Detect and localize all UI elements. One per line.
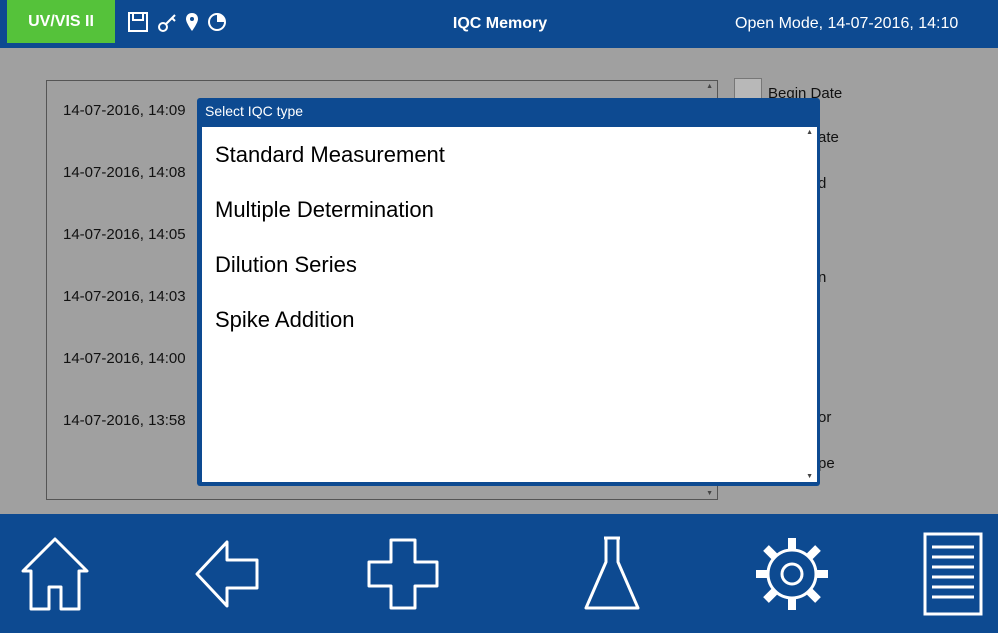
- list-item[interactable]: 14-07-2016, 14:09: [63, 101, 186, 121]
- floppy-disk-icon: [127, 11, 149, 33]
- key-icon: [156, 11, 178, 33]
- filter-label-partial: ate: [818, 129, 839, 146]
- settings-button[interactable]: [737, 514, 847, 633]
- home-icon: [19, 535, 91, 613]
- list-item[interactable]: 14-07-2016, 14:00: [63, 349, 186, 369]
- measure-button[interactable]: [557, 514, 667, 633]
- option-multiple-determination[interactable]: Multiple Determination: [215, 194, 434, 226]
- option-spike-addition[interactable]: Spike Addition: [215, 304, 354, 336]
- home-button[interactable]: [0, 514, 110, 633]
- product-badge: UV/VIS II: [7, 0, 115, 43]
- menu-button[interactable]: [898, 514, 998, 633]
- list-item[interactable]: 14-07-2016, 14:03: [63, 287, 186, 307]
- menu-list-icon: [922, 531, 984, 617]
- flask-icon: [582, 534, 642, 614]
- select-iqc-type-dialog: Select IQC type Standard Measurement Mul…: [197, 98, 820, 486]
- settings-gear-icon: [752, 534, 832, 614]
- pie-chart-icon: [206, 11, 228, 33]
- option-standard-measurement[interactable]: Standard Measurement: [215, 139, 445, 171]
- scroll-down-icon[interactable]: ▼: [806, 473, 813, 480]
- scroll-down-icon[interactable]: ▼: [706, 490, 713, 497]
- dialog-option-list: Standard Measurement Multiple Determinat…: [202, 127, 817, 482]
- dialog-title: Select IQC type: [205, 103, 304, 119]
- location-pin-icon: [185, 11, 199, 33]
- back-button[interactable]: [172, 514, 282, 633]
- filter-label-partial: pe: [818, 455, 835, 472]
- page-title: IQC Memory: [452, 15, 548, 32]
- status-icons: [127, 8, 228, 36]
- option-dilution-series[interactable]: Dilution Series: [215, 249, 357, 281]
- list-item[interactable]: 14-07-2016, 14:08: [63, 163, 186, 183]
- filter-label-partial: or: [818, 409, 832, 426]
- header-bar: UV/VIS II IQC Memory Open Mode, 14-07-20…: [0, 0, 998, 48]
- add-button[interactable]: [348, 514, 458, 633]
- scroll-up-icon[interactable]: ▲: [806, 129, 813, 136]
- scroll-up-icon[interactable]: ▲: [706, 83, 713, 90]
- list-item[interactable]: 14-07-2016, 14:05: [63, 225, 186, 245]
- mode-datetime: Open Mode, 14-07-2016, 14:10: [735, 15, 959, 32]
- bottom-nav: [0, 514, 998, 633]
- add-plus-icon: [365, 536, 441, 612]
- back-arrow-icon: [193, 538, 261, 610]
- list-item[interactable]: 14-07-2016, 13:58: [63, 411, 186, 431]
